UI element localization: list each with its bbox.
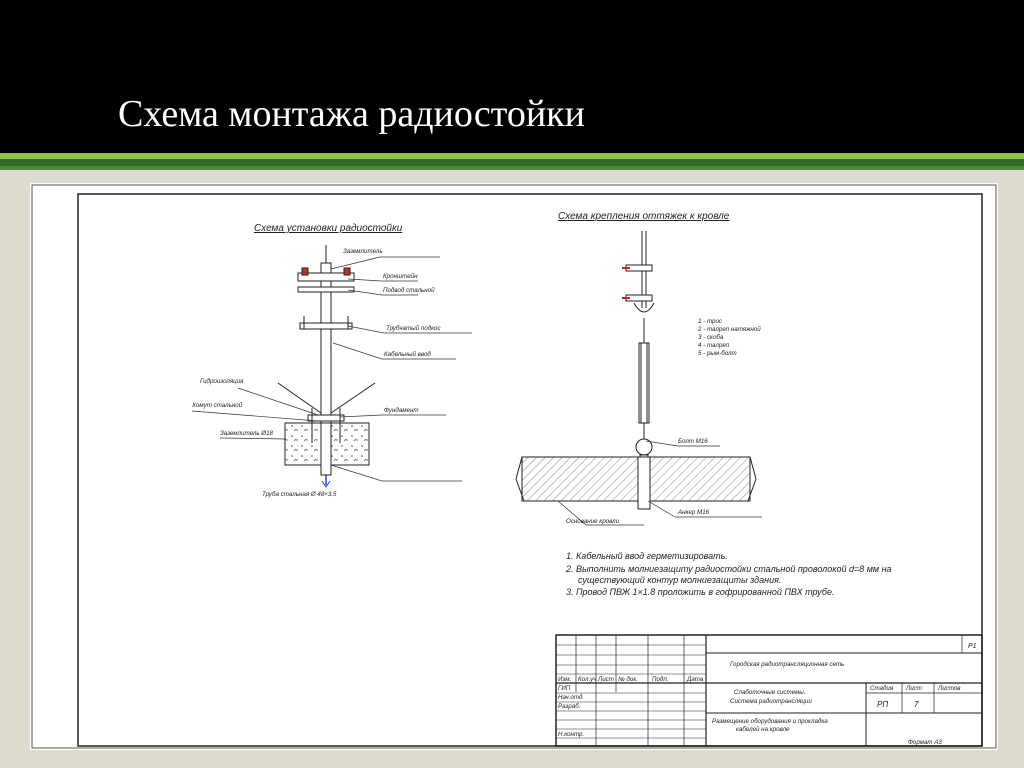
right-view-title: Схема крепления оттяжек к кровле: [558, 211, 730, 222]
tb-sheet-number-corner: Р1: [968, 643, 977, 650]
tb-role-chief: ГИП: [558, 685, 571, 692]
tb-header-date: Дата: [686, 676, 704, 683]
legend-item: 3 - скоба: [698, 334, 724, 341]
right-label-bolt: Болт М16: [678, 438, 708, 445]
tb-doc-title-line: Система радиотрансляции: [730, 698, 812, 705]
technical-drawing: Схема установки радиостойки Заземлитель …: [31, 184, 997, 749]
roof-slab: [521, 456, 751, 502]
legend-item: 5 - рым-болт: [698, 350, 737, 357]
note-line: 2. Выполнить молниезащиту радиостойки ст…: [565, 564, 892, 574]
drawing-sheet: Схема установки радиостойки Заземлитель …: [30, 183, 998, 750]
left-label-steel-support: Подвод стальной: [383, 287, 435, 294]
tb-sheet-title-line: Размещение оборудования и прокладка: [712, 718, 828, 725]
tb-sheet-header: Лист: [905, 685, 922, 692]
left-label-bracket: Кронштейн: [383, 273, 418, 280]
left-label-strut: Трубчатый подкос: [386, 325, 441, 332]
tb-header-qty: Кол.уч: [578, 676, 597, 683]
guy-wire-legend: 1 - трос 2 - талреп натяжной 3 - скоба 4…: [697, 318, 761, 357]
left-label-grounding: Заземлитель: [343, 248, 383, 255]
note-line: 1. Кабельный ввод герметизировать.: [566, 551, 728, 561]
legend-item: 1 - трос: [698, 318, 723, 325]
left-label-foundation: Фундамент: [384, 407, 419, 414]
tb-header-sheet: Лист: [597, 676, 614, 683]
tb-header-sign: Подп.: [652, 676, 668, 683]
left-bottom-caption: Труба стальная Ø 48×3.5: [262, 491, 337, 498]
tb-sheets-header: Листов: [937, 685, 961, 692]
tb-header-change: Изм.: [558, 676, 571, 683]
note-line: существующий контур молниезащиты здания.: [578, 575, 781, 585]
tb-stage-value: РП: [877, 700, 888, 709]
tb-header-docnum: № док.: [618, 676, 638, 683]
slide-title: Схема монтажа радиостойки: [118, 93, 585, 135]
header-stripe-mid: [0, 166, 1024, 170]
tb-role-head: Нач.отд.: [558, 694, 584, 701]
tb-role-developer: Разраб.: [558, 703, 580, 710]
tb-role-control: Н.контр.: [558, 731, 584, 738]
tb-object-line: Городская радиотрансляционная сеть: [730, 661, 844, 668]
right-label-anchor: Анкер М16: [677, 509, 710, 516]
tb-stage-header: Стадия: [870, 685, 894, 692]
left-label-cable-entry: Кабельный ввод: [384, 351, 431, 358]
left-label-waterproofing: Гидроизоляция: [200, 378, 244, 385]
tb-doc-title-line: Слаботочные системы.: [734, 689, 806, 696]
legend-item: 2 - талреп натяжной: [697, 326, 761, 333]
drawing-notes: 1. Кабельный ввод герметизировать. 2. Вы…: [565, 551, 892, 597]
right-label-roof-base: Основание кровли: [566, 518, 620, 525]
tb-sheet-title-line: кабелей на кровле: [736, 726, 790, 733]
header-stripe-dark: [0, 159, 1024, 166]
tb-sheet-value: 7: [914, 700, 919, 709]
left-view-title: Схема установки радиостойки: [254, 223, 403, 234]
left-label-ground-rod: Заземлитель Ø18: [220, 430, 274, 437]
tb-format: Формат А3: [908, 739, 942, 746]
left-label-clamp: Хомут стальной: [191, 402, 243, 409]
legend-item: 4 - талреп: [698, 342, 730, 349]
note-line: 3. Провод ПВЖ 1×1.8 проложить в гофриров…: [566, 587, 834, 597]
